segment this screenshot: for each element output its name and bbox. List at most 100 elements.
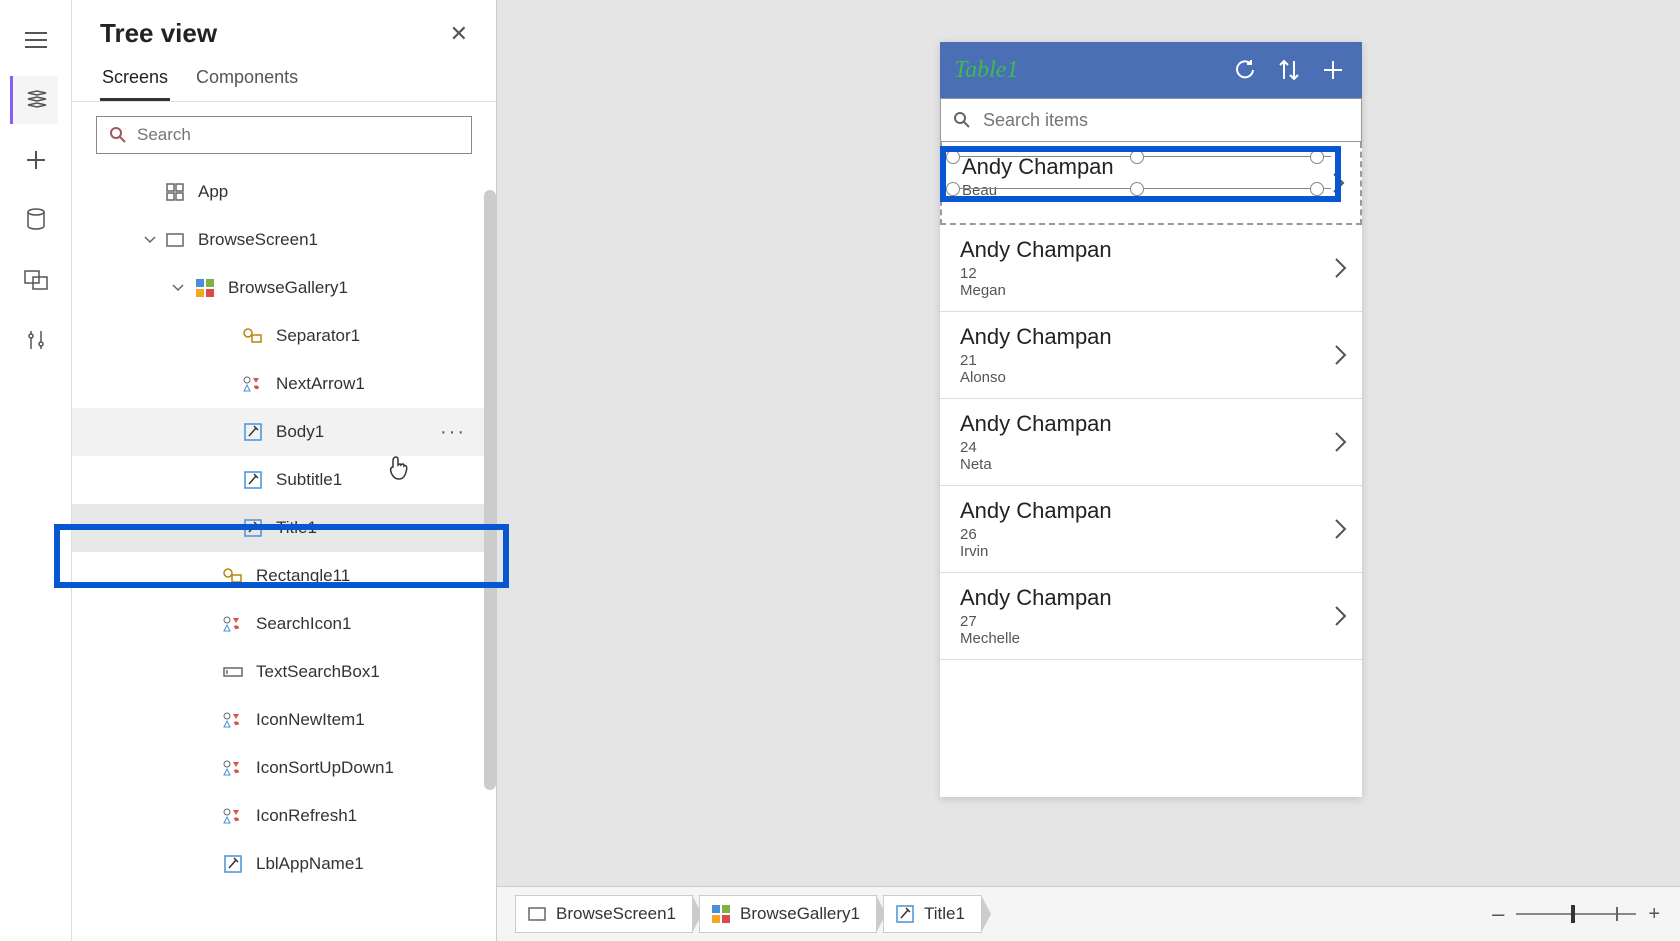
chevron-right-icon[interactable] [1332,172,1346,194]
crumb-screen[interactable]: BrowseScreen1 [515,895,693,933]
crumb-gallery[interactable]: BrowseGallery1 [699,895,877,933]
chevron-right-icon[interactable] [1334,518,1348,540]
gallery-item[interactable]: Andy Champan 21 Alonso [940,312,1362,399]
breadcrumb: BrowseScreen1 BrowseGallery1 Title1 – + [497,886,1680,941]
gallery-item[interactable]: Andy Champan 24 Neta [940,399,1362,486]
gallery-item[interactable]: Andy Champan 26 Irvin [940,486,1362,573]
tree-search[interactable] [96,116,472,154]
app-icon [164,181,186,203]
tree-label: NextArrow1 [276,374,365,394]
gallery-item[interactable]: Andy Champan 12 Megan [940,225,1362,312]
item-subtitle: 27 [960,613,1344,630]
scrollbar[interactable] [484,190,496,790]
chevron-right-icon[interactable] [1334,257,1348,279]
zoom-control: – + [1492,901,1660,927]
tree-app[interactable]: App [72,168,496,216]
item-subtitle: 12 [960,265,1344,282]
chevron-right-icon[interactable] [1334,431,1348,453]
screen-icon [164,229,186,251]
screen-icon [528,907,546,921]
tree-search-input[interactable] [137,125,459,145]
tree-label: Rectangle11 [256,566,350,586]
item-body: Irvin [960,543,1344,560]
shape-icon [242,325,264,347]
tree-iconnew[interactable]: IconNewItem1 [72,696,496,744]
tree-rectangle[interactable]: Rectangle11 [72,552,496,600]
label-icon [242,421,264,443]
label-icon [242,469,264,491]
tree-iconrefresh[interactable]: IconRefresh1 [72,792,496,840]
tree-iconsort[interactable]: IconSortUpDown1 [72,744,496,792]
item-body: Beau [962,182,1342,199]
hamburger-icon[interactable] [12,16,60,64]
icons-icon [222,757,244,779]
label-icon [242,517,264,539]
app-title: Table1 [954,57,1216,84]
tree-subtitle1[interactable]: Subtitle1 [72,456,496,504]
panel-title: Tree view [100,18,217,49]
tree-label: Body1 [276,422,324,442]
app-search[interactable] [940,98,1362,142]
more-icon[interactable]: ··· [440,517,466,540]
item-body: Neta [960,456,1344,473]
tab-components[interactable]: Components [194,57,300,101]
item-subtitle: 21 [960,352,1344,369]
tree-label: IconNewItem1 [256,710,365,730]
tree-separator[interactable]: Separator1 [72,312,496,360]
tree-label: TextSearchBox1 [256,662,380,682]
refresh-icon[interactable] [1230,55,1260,85]
tree-label: IconSortUpDown1 [256,758,394,778]
item-body: Mechelle [960,630,1344,647]
item-title: Andy Champan [960,237,1344,263]
left-rail [0,0,72,941]
zoom-in-button[interactable]: + [1648,903,1660,926]
zoom-out-button[interactable]: – [1492,901,1504,927]
data-icon[interactable] [12,196,60,244]
gallery-item[interactable]: Andy Champan Beau [940,142,1362,225]
tree-tabs: Screens Components [72,57,496,102]
chevron-down-icon[interactable] [140,236,160,244]
sort-icon[interactable] [1274,55,1304,85]
tree-nextarrow[interactable]: NextArrow1 [72,360,496,408]
item-title: Andy Champan [962,154,1342,180]
tree-label: Title1 [276,518,317,538]
tree-label: App [198,182,228,202]
tree-list: App BrowseScreen1 BrowseGallery1 Separat… [72,168,496,888]
tree-lblappname[interactable]: LblAppName1 [72,840,496,888]
media-icon[interactable] [12,256,60,304]
app-preview: Table1 Andy Champan Beau Andy Champan 12… [940,42,1362,797]
item-body: Alonso [960,369,1344,386]
item-title: Andy Champan [960,324,1344,350]
chevron-down-icon[interactable] [168,284,188,292]
close-icon[interactable]: ✕ [450,21,468,47]
add-icon[interactable] [1318,55,1348,85]
tree-screen[interactable]: BrowseScreen1 [72,216,496,264]
tree-label: Subtitle1 [276,470,342,490]
tree-gallery[interactable]: BrowseGallery1 [72,264,496,312]
gallery: Andy Champan Beau Andy Champan 12 Megan … [940,142,1362,660]
tree-label: BrowseScreen1 [198,230,318,250]
chevron-right-icon[interactable] [1334,344,1348,366]
tree-view-icon[interactable] [10,76,58,124]
tab-screens[interactable]: Screens [100,57,170,101]
gallery-item[interactable]: Andy Champan 27 Mechelle [940,573,1362,660]
shape-icon [222,565,244,587]
tree-title1[interactable]: Title1 ··· [72,504,496,552]
tree-panel: Tree view ✕ Screens Components App Brows… [72,0,497,941]
more-icon[interactable]: ··· [440,421,466,444]
search-icon [109,126,127,144]
crumb-title[interactable]: Title1 [883,895,982,933]
gallery-icon [712,905,730,923]
gallery-icon [194,277,216,299]
zoom-slider[interactable] [1516,913,1636,915]
item-title: Andy Champan [960,585,1344,611]
item-title: Andy Champan [960,498,1344,524]
app-header: Table1 [940,42,1362,98]
app-search-input[interactable] [983,110,1349,131]
settings-icon[interactable] [12,316,60,364]
insert-icon[interactable] [12,136,60,184]
tree-textsearch[interactable]: TextSearchBox1 [72,648,496,696]
tree-body1[interactable]: Body1 ··· [72,408,496,456]
tree-searchicon[interactable]: SearchIcon1 [72,600,496,648]
chevron-right-icon[interactable] [1334,605,1348,627]
